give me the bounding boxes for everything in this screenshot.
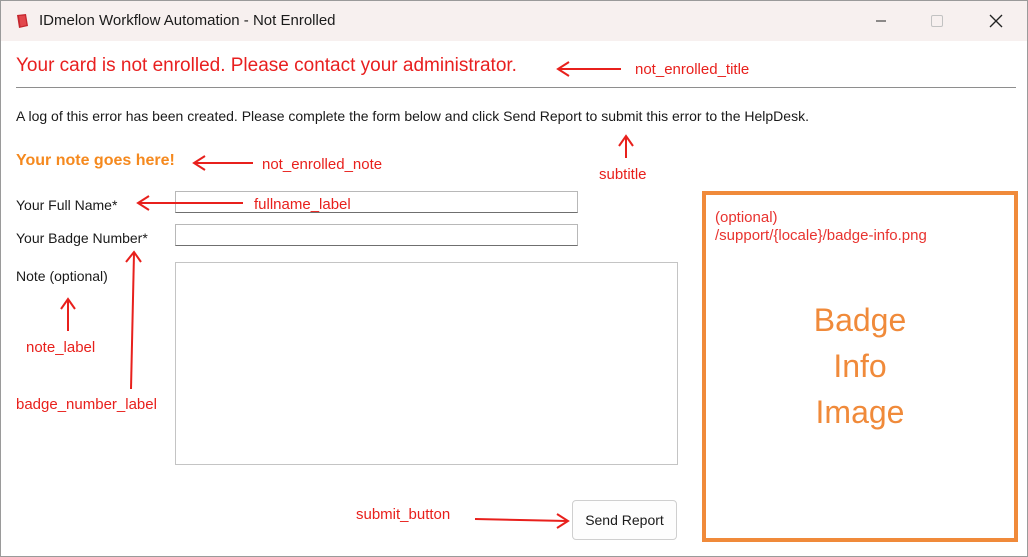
annotation-subtitle: subtitle (599, 166, 647, 183)
annotation-note-label: note_label (26, 339, 96, 356)
badge-info-image: (optional) /support/{locale}/badge-info.… (702, 191, 1018, 542)
close-button[interactable] (973, 1, 1019, 41)
note-textarea[interactable] (175, 262, 678, 465)
not-enrolled-note: Your note goes here! (16, 152, 175, 169)
annotation-arrow-fullname (136, 195, 243, 211)
minimize-icon (876, 20, 886, 22)
annotation-arrow-title (556, 61, 621, 77)
badge-placeholder-text: Badge Info Image (706, 297, 1014, 435)
badge-word-1: Badge (813, 302, 907, 338)
annotation-fullname: fullname_label (254, 196, 351, 213)
badge-image-path: (optional) /support/{locale}/badge-info.… (715, 209, 1005, 245)
note-label: Note (optional) (16, 268, 108, 284)
send-report-button[interactable]: Send Report (572, 500, 677, 540)
minimize-button[interactable] (858, 1, 904, 41)
close-icon (989, 14, 1003, 28)
badge-number-label: Your Badge Number* (16, 230, 148, 246)
badge-number-input[interactable] (175, 224, 578, 246)
fullname-label: Your Full Name* (16, 197, 118, 213)
badge-word-3: Image (815, 394, 905, 430)
annotation-arrow-note-label (60, 297, 76, 331)
app-window: IDmelon Workflow Automation - Not Enroll… (0, 0, 1028, 557)
window-content: Your card is not enrolled. Please contac… (1, 41, 1027, 556)
badge-path-line2: /support/{locale}/badge-info.png (715, 227, 927, 244)
annotation-submit: submit_button (356, 506, 451, 523)
maximize-icon (931, 15, 943, 27)
idmelon-app-icon (17, 14, 28, 28)
title-divider (16, 87, 1016, 88)
annotation-badge-number: badge_number_label (16, 396, 157, 413)
not-enrolled-title: Your card is not enrolled. Please contac… (16, 55, 517, 76)
title-bar[interactable]: IDmelon Workflow Automation - Not Enroll… (1, 1, 1027, 41)
annotation-arrow-note (192, 155, 253, 171)
annotation-arrow-badge-number (125, 250, 142, 390)
annotation-title: not_enrolled_title (635, 61, 750, 78)
maximize-button[interactable] (914, 1, 960, 41)
window-title: IDmelon Workflow Automation - Not Enroll… (39, 12, 336, 29)
annotation-arrow-submit (474, 513, 570, 529)
badge-path-line1: (optional) (715, 209, 778, 226)
annotation-note: not_enrolled_note (262, 156, 383, 173)
subtitle: A log of this error has been created. Pl… (16, 108, 809, 124)
annotation-arrow-subtitle (618, 134, 634, 158)
badge-word-2: Info (833, 348, 887, 384)
